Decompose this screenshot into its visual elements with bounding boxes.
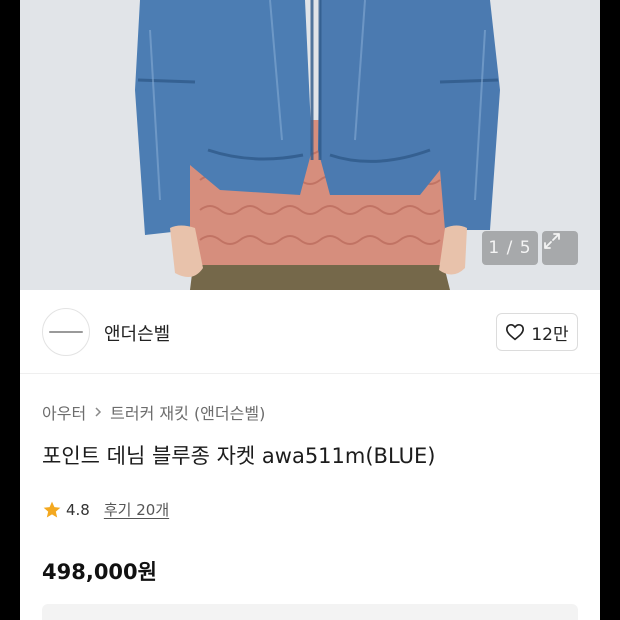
heart-outline-icon (506, 323, 525, 341)
product-detail-screen: 1 / 5 앤더슨벨 12만 아우터 트러커 재킷 (앤더슨벨) 포인트 데님 … (20, 0, 600, 620)
image-pager: 1 / 5 (482, 231, 538, 265)
like-count: 12만 (531, 324, 569, 345)
star-icon (43, 501, 61, 517)
breadcrumb-item-outer[interactable]: 아우터 (42, 400, 86, 424)
info-box (42, 604, 578, 620)
review-count-link[interactable]: 후기 20개 (104, 499, 169, 520)
like-button[interactable]: 12만 (496, 313, 578, 351)
brand-row[interactable]: 앤더슨벨 12만 (20, 290, 600, 374)
expand-button[interactable] (542, 231, 578, 265)
expand-icon (544, 233, 560, 249)
breadcrumb: 아우터 트러커 재킷 (앤더슨벨) (42, 400, 265, 424)
breadcrumb-item-category[interactable]: 트러커 재킷 (앤더슨벨) (110, 400, 265, 424)
chevron-right-icon (95, 407, 102, 417)
rating-row: 4.8 후기 20개 (42, 499, 169, 520)
product-price: 498,000원 (42, 560, 157, 584)
brand-logo[interactable] (42, 308, 90, 356)
product-image-gallery[interactable]: 1 / 5 (20, 0, 600, 290)
rating-value: 4.8 (66, 500, 90, 519)
brand-name[interactable]: 앤더슨벨 (104, 320, 170, 346)
product-title: 포인트 데님 블루종 자켓 awa511m(BLUE) (42, 444, 436, 468)
brand-logo-mark (49, 331, 83, 333)
